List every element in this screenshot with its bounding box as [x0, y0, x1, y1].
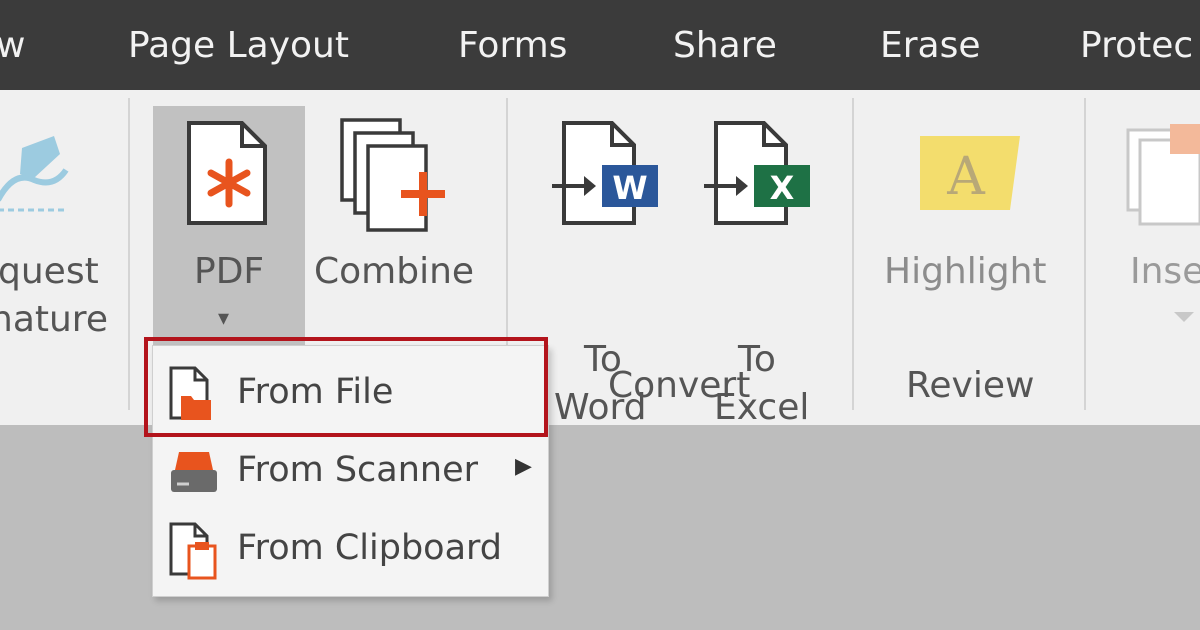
- tab-forms[interactable]: Forms: [458, 22, 567, 70]
- tab-page-layout[interactable]: Page Layout: [128, 22, 349, 70]
- submenu-arrow-icon: ▶: [515, 454, 532, 479]
- scanner-icon: [171, 452, 217, 492]
- new-pdf-icon: [187, 121, 267, 225]
- convert-group-label: Convert: [608, 365, 751, 406]
- combine-files-icon: [340, 118, 445, 232]
- svg-text:W: W: [612, 169, 647, 207]
- tab-view[interactable]: w: [0, 22, 25, 70]
- pdf-dropdown-arrow-icon[interactable]: ▾: [218, 295, 229, 343]
- pdf-to-excel-icon: X: [704, 121, 810, 225]
- highlight-icon: A: [920, 136, 1020, 210]
- from-clipboard-label: From Clipboard: [237, 528, 503, 568]
- group-separator: [128, 98, 130, 410]
- request-signature-label-2: nature: [0, 299, 108, 340]
- group-separator: [1084, 98, 1086, 410]
- request-signature-label-1: quest: [0, 251, 99, 292]
- signature-pen-icon: [0, 136, 69, 212]
- svg-text:A: A: [946, 147, 986, 207]
- insert-pages-icon: [1126, 124, 1200, 226]
- insert-label: Inse: [1130, 251, 1200, 292]
- tab-erase[interactable]: Erase: [880, 22, 981, 70]
- insert-dropdown-arrow-icon[interactable]: [1174, 312, 1194, 324]
- tab-share[interactable]: Share: [673, 22, 777, 70]
- menubar: w Page Layout Forms Share Erase Protec: [0, 0, 1200, 90]
- pdf-to-word-icon: W: [552, 121, 658, 225]
- clipboard-icon: [169, 522, 217, 580]
- highlight-annotation-box: [144, 337, 548, 437]
- review-group-label: Review: [906, 365, 1035, 406]
- combine-label: Combine: [314, 251, 475, 292]
- menu-item-from-scanner[interactable]: From Scanner ▶: [153, 434, 548, 508]
- group-separator: [852, 98, 854, 410]
- menu-item-from-clipboard[interactable]: From Clipboard: [153, 512, 548, 586]
- tab-protect[interactable]: Protec: [1080, 22, 1193, 70]
- from-scanner-label: From Scanner: [237, 450, 479, 490]
- highlight-label: Highlight: [884, 251, 1047, 292]
- pdf-label: PDF: [194, 251, 265, 292]
- svg-text:X: X: [770, 169, 795, 207]
